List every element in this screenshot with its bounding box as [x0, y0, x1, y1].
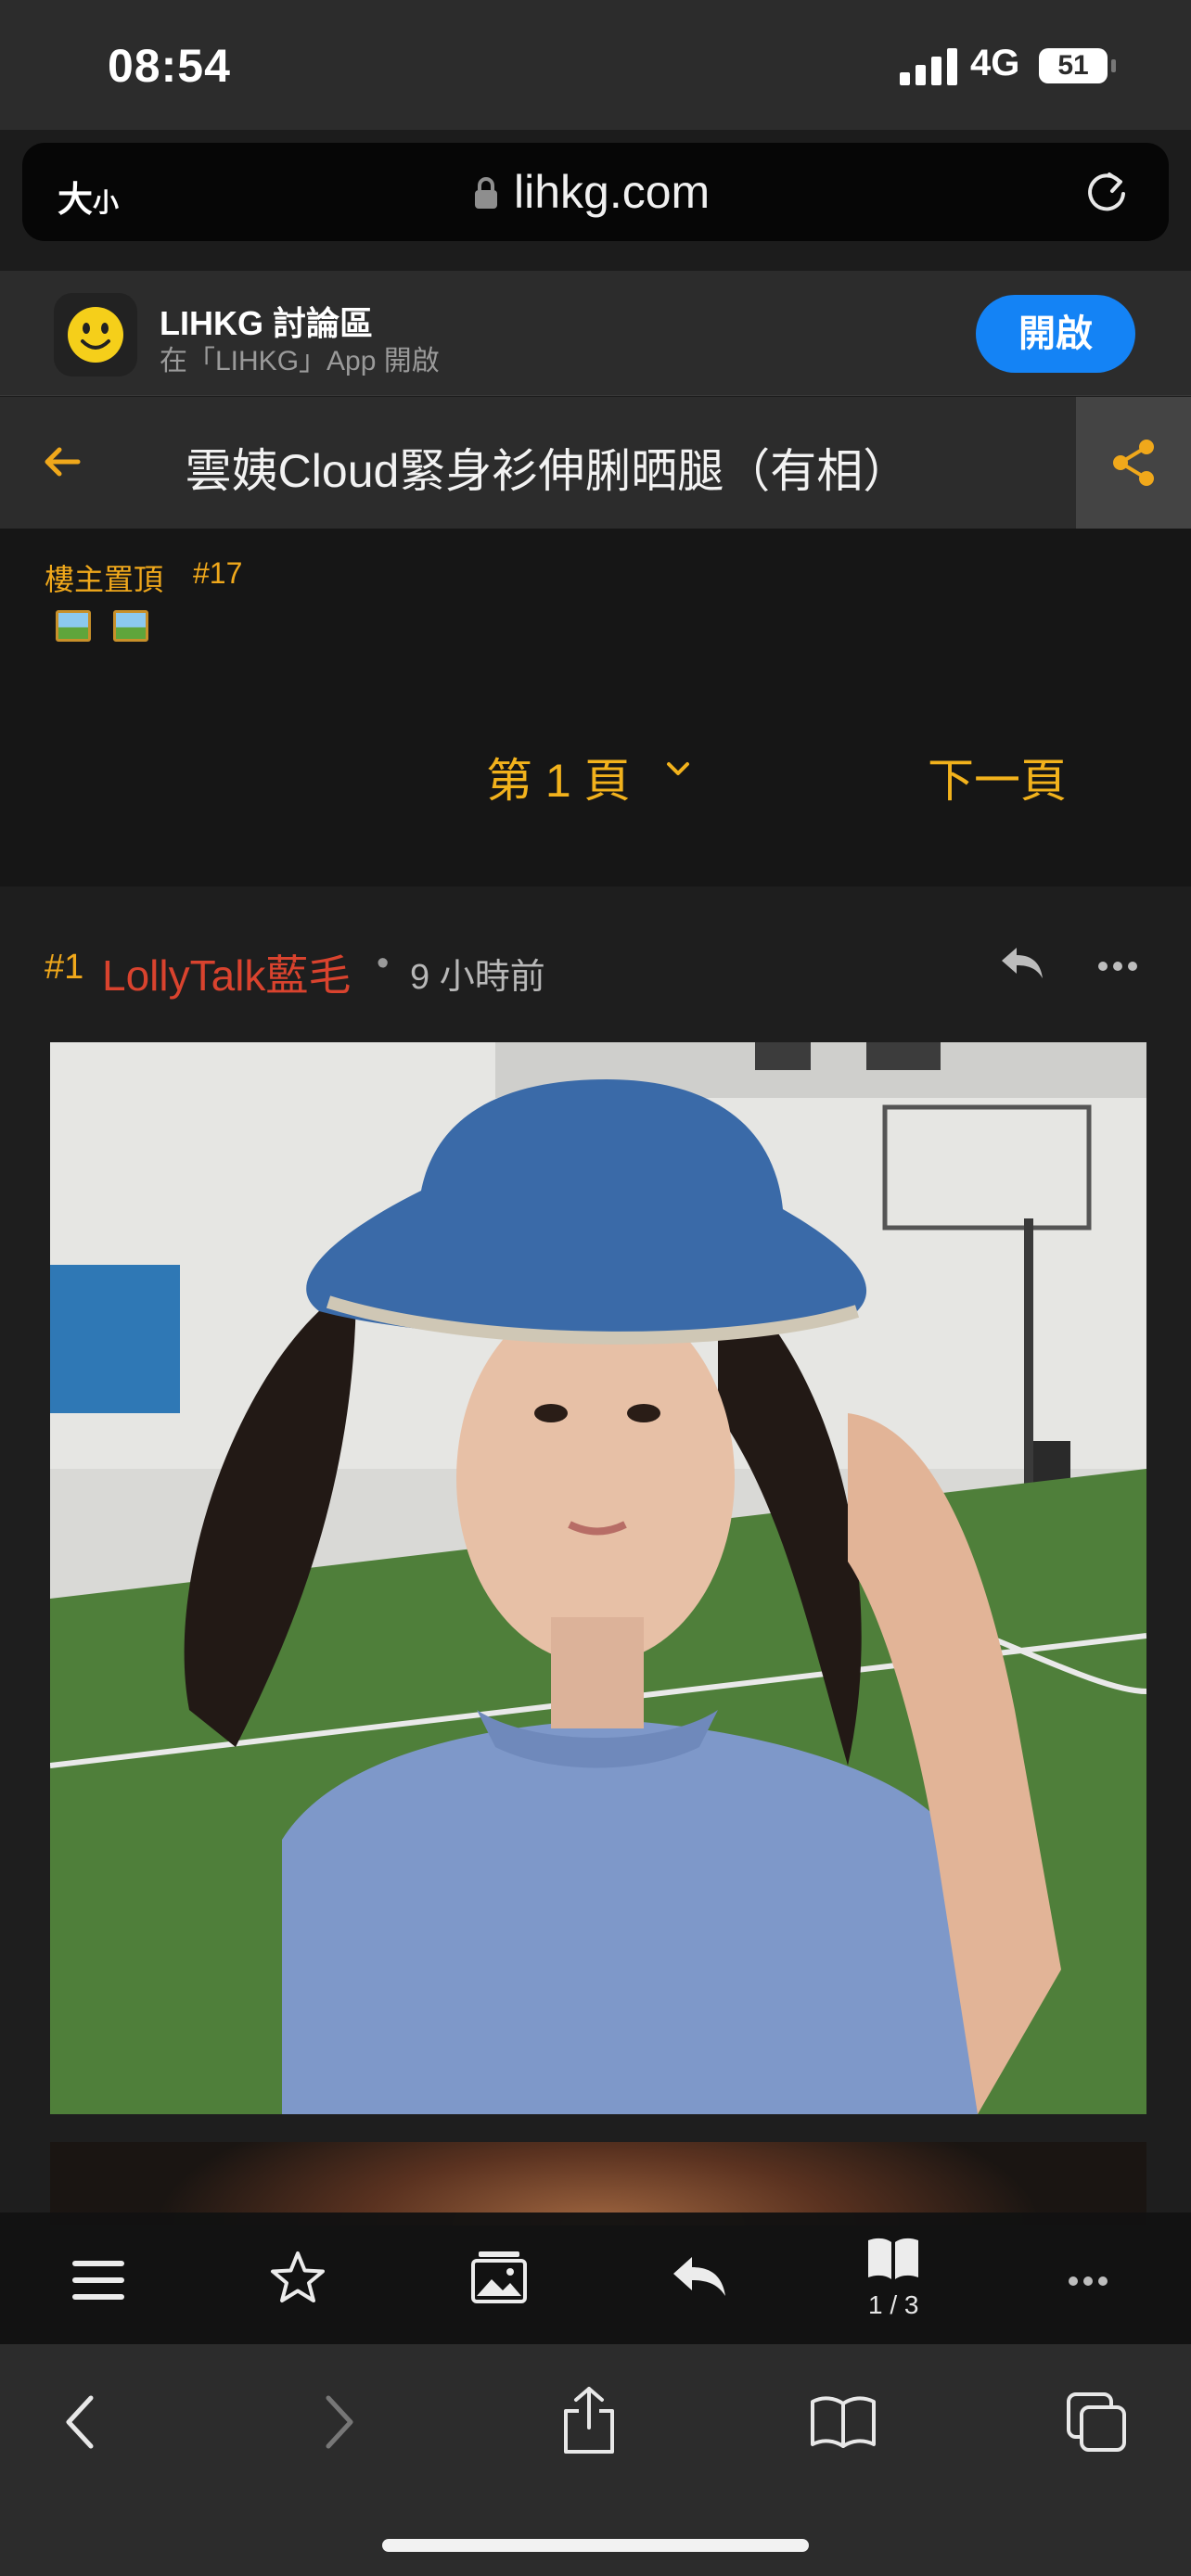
battery-cap — [1111, 59, 1116, 72]
separator-dot: • — [377, 944, 390, 983]
post-photo[interactable] — [50, 1042, 1146, 2114]
page-selector[interactable]: 第 1 頁 — [486, 744, 631, 810]
bookmarks-icon[interactable] — [809, 2394, 877, 2450]
network-type: 4G — [970, 43, 1020, 83]
home-indicator — [382, 2539, 809, 2552]
pages-book-icon[interactable] — [864, 2231, 922, 2283]
app-subtitle: 在「LIHKG」App 開啟 — [160, 346, 440, 376]
image-icon[interactable] — [113, 610, 148, 642]
reload-icon[interactable] — [1082, 167, 1132, 217]
next-page-link[interactable]: 下一頁 — [928, 744, 1067, 810]
gallery-icon[interactable] — [469, 2250, 529, 2305]
lihkg-logo — [54, 293, 137, 376]
status-bar: 08:54 4G 51 — [0, 0, 1191, 130]
more-options-icon[interactable] — [1098, 959, 1143, 976]
reply-icon[interactable] — [670, 2253, 729, 2300]
share-button[interactable] — [1076, 397, 1191, 529]
post-username[interactable]: LollyTalk藍毛 — [102, 942, 351, 1003]
pinned-post-link[interactable]: #17 — [193, 556, 242, 591]
share-icon[interactable] — [560, 2385, 618, 2455]
post-time: 9 小時前 — [410, 958, 545, 997]
app-banner: LIHKG 討論區 在「LIHKG」App 開啟 開啟 — [0, 271, 1191, 396]
thread-header: 雲姨Cloud緊身衫伸脷晒腿（有相） — [0, 397, 1191, 529]
page-count: 1 / 3 — [868, 2290, 919, 2319]
browser-back-icon[interactable] — [61, 2394, 98, 2450]
signal-icon — [900, 46, 957, 85]
browser-bottom-bar — [0, 2344, 1191, 2576]
reply-icon[interactable] — [998, 944, 1046, 981]
image-icon[interactable] — [56, 610, 91, 642]
text-size-button[interactable]: 大小 — [58, 171, 119, 222]
lock-icon — [475, 177, 497, 209]
menu-icon[interactable] — [72, 2259, 124, 2302]
post: #1 LollyTalk藍毛 • 9 小時前 — [0, 886, 1191, 2225]
post-number: #1 — [45, 948, 84, 987]
star-icon[interactable] — [269, 2250, 327, 2305]
tabs-icon[interactable] — [1065, 2391, 1128, 2454]
forum-toolbar: 1 / 3 — [0, 2213, 1191, 2344]
pinned-label: 樓主置頂 — [45, 563, 164, 596]
thread-title: 雲姨Cloud緊身衫伸脷晒腿（有相） — [185, 445, 910, 497]
browser-forward-icon[interactable] — [321, 2394, 358, 2450]
open-in-app-button[interactable]: 開啟 — [976, 295, 1135, 373]
back-arrow-icon[interactable] — [43, 441, 82, 482]
address-bar[interactable]: 大小 lihkg.com — [22, 143, 1169, 241]
battery-icon: 51 — [1039, 48, 1108, 83]
more-icon[interactable] — [1069, 2274, 1113, 2290]
share-icon — [1113, 440, 1154, 486]
clock: 08:54 — [108, 40, 231, 92]
url-domain[interactable]: lihkg.com — [514, 165, 710, 219]
pinned-section: 樓主置頂 #17 第 1 頁 下一頁 — [0, 529, 1191, 886]
chevron-down-icon[interactable] — [664, 755, 692, 783]
